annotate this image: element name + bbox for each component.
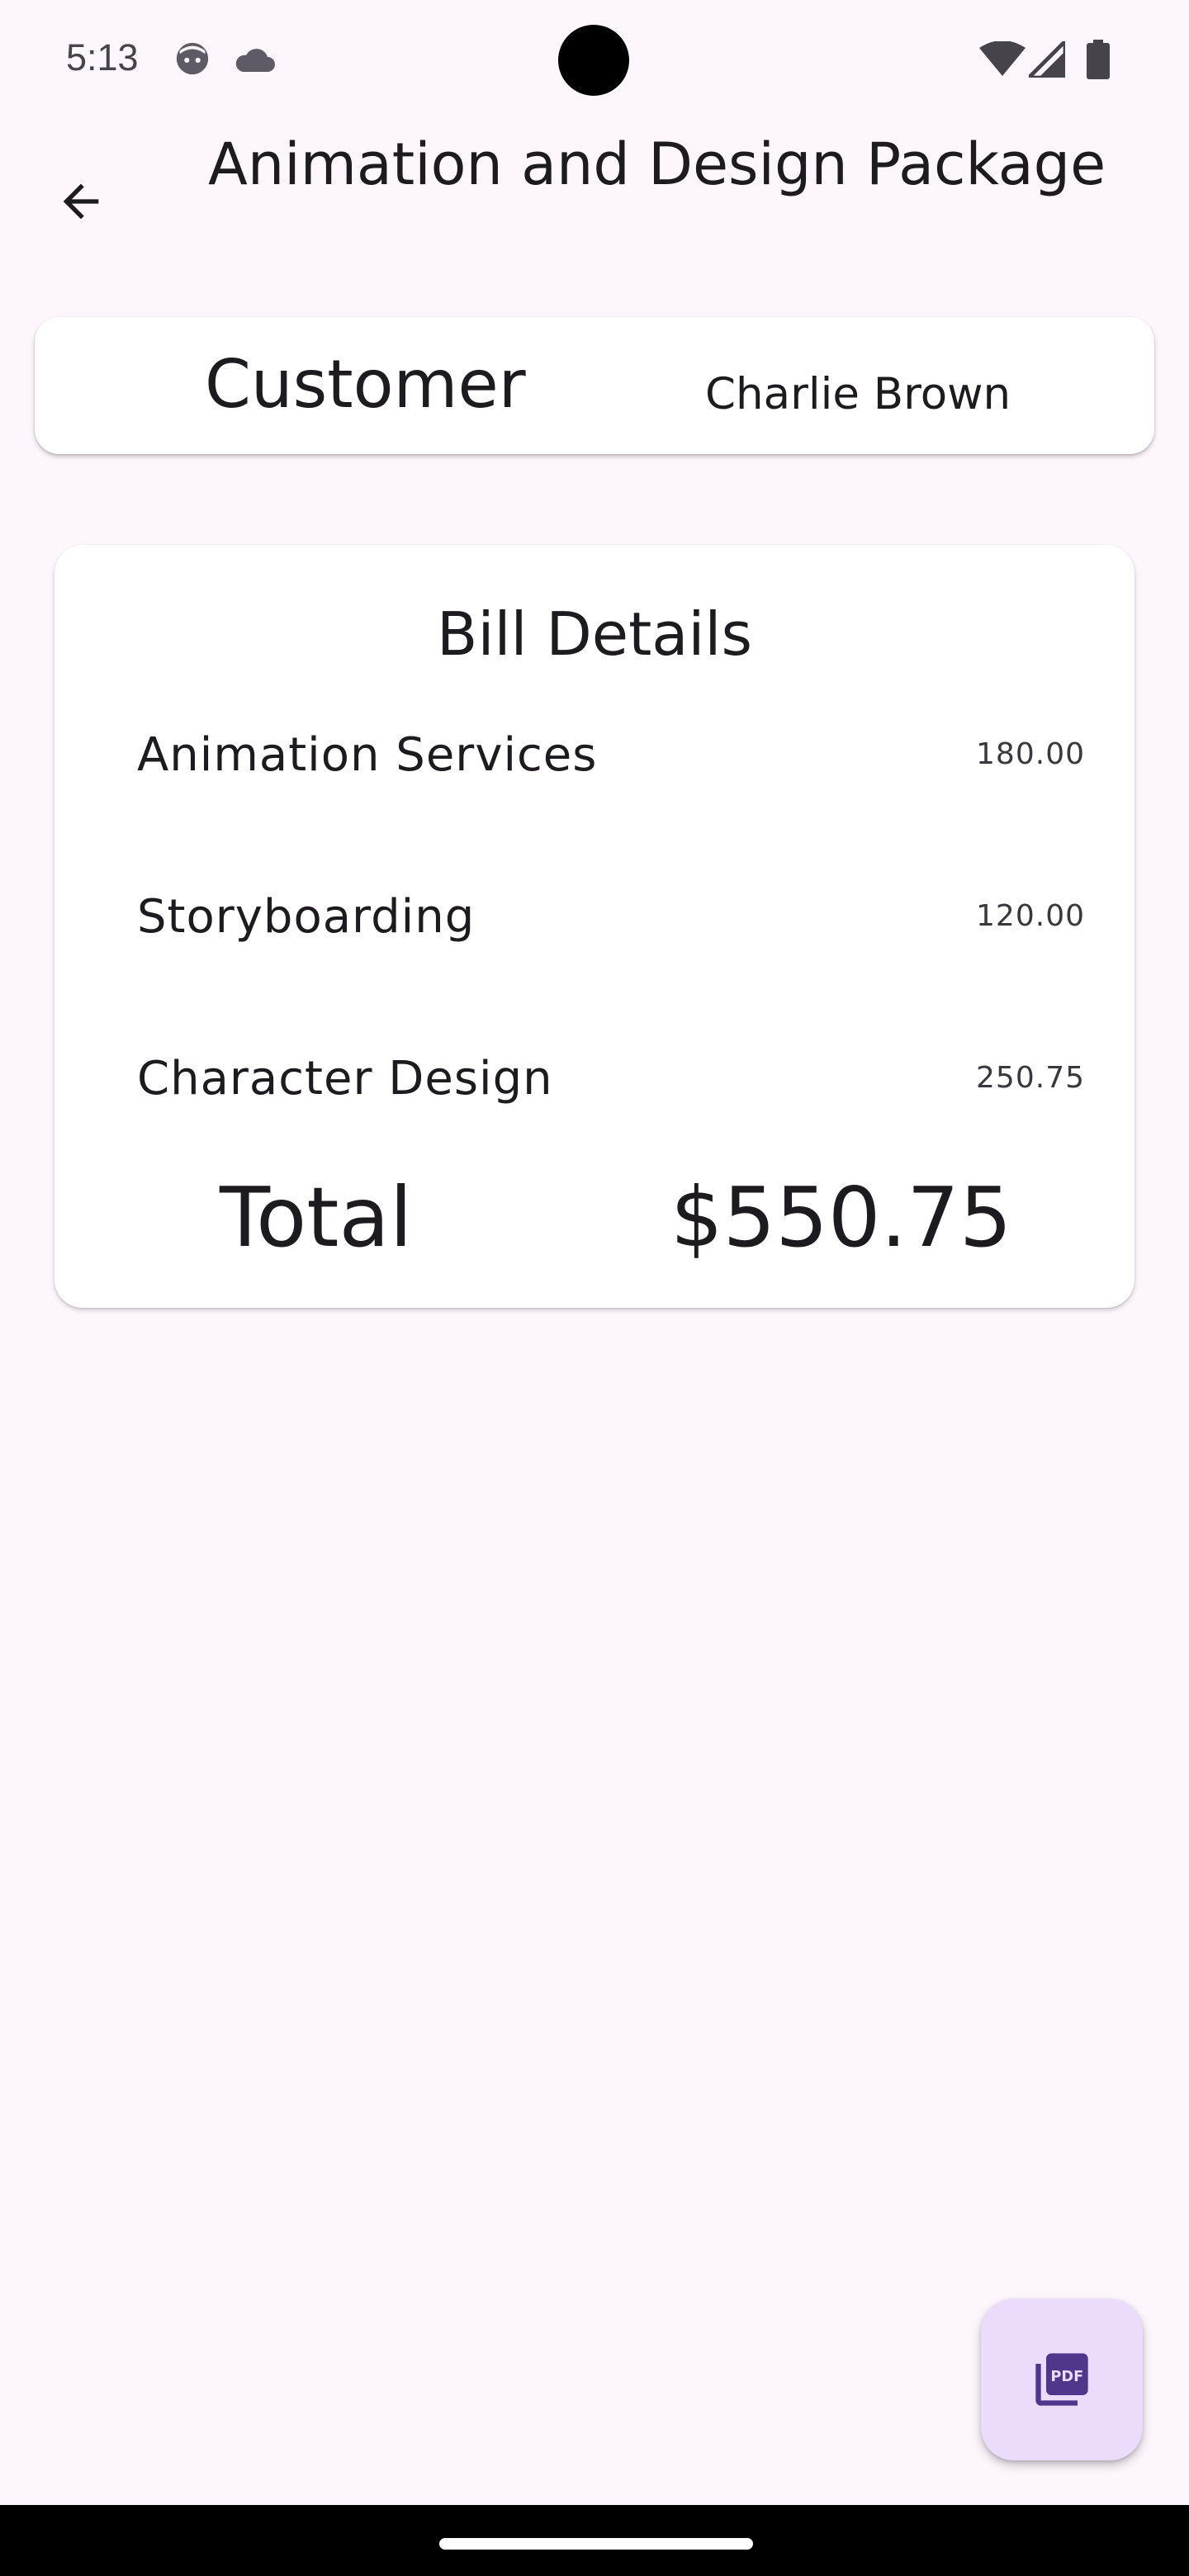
bill-item-amount: 250.75	[976, 1061, 1085, 1095]
bill-item: Storyboarding 120.00	[137, 880, 1085, 954]
bill-details-card: Bill Details Animation Services 180.00 S…	[54, 545, 1135, 1308]
wifi-icon	[979, 40, 1026, 81]
total-label: Total	[220, 1169, 413, 1266]
customer-name: Charlie Brown	[705, 369, 1011, 419]
bill-item-name: Character Design	[137, 1052, 553, 1106]
bill-item-name: Animation Services	[137, 728, 598, 782]
app-bar: Animation and Design Package	[0, 121, 1189, 289]
page-title: Animation and Design Package	[208, 130, 1106, 198]
customer-card: Customer Charlie Brown	[35, 317, 1154, 454]
bill-item-amount: 120.00	[976, 899, 1085, 933]
camera-cutout	[558, 25, 629, 96]
bill-item: Character Design 250.75	[137, 1042, 1085, 1116]
bill-details-title: Bill Details	[437, 599, 752, 669]
arrow-back-icon	[63, 183, 99, 220]
picture-as-pdf-icon: PDF	[1035, 2353, 1088, 2406]
back-button[interactable]	[41, 162, 121, 241]
status-time: 5:13	[66, 36, 139, 78]
bill-item-name: Storyboarding	[137, 890, 476, 944]
bill-item: Animation Services 180.00	[137, 718, 1085, 793]
cloud-icon	[233, 43, 276, 78]
navigation-bar	[0, 2505, 1189, 2576]
home-gesture-handle[interactable]	[439, 2538, 753, 2550]
status-bar: 5:13	[0, 0, 1189, 121]
signal-icon	[1024, 36, 1068, 81]
bill-item-amount: 180.00	[976, 737, 1085, 771]
customer-label: Customer	[205, 346, 526, 423]
pdf-icon-text: PDF	[1050, 2369, 1083, 2385]
export-pdf-button[interactable]: PDF	[981, 2299, 1143, 2460]
total-value: $550.75	[670, 1169, 1012, 1266]
battery-icon	[1087, 40, 1110, 83]
face-icon	[173, 40, 211, 81]
